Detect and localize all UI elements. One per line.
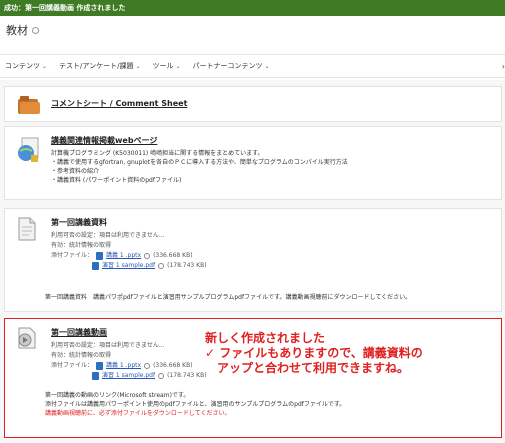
options-icon[interactable] xyxy=(158,373,165,379)
chevron-down-icon: ⌄ xyxy=(175,62,181,70)
file-size: (178.743 KB) xyxy=(167,372,207,379)
lecture-materials-title[interactable]: 第一回講義資料 xyxy=(51,217,107,228)
list-item-lecture-video: 第一回講義動画 利用可否の設定：項目は利用できません... 有効：統計情報の取得… xyxy=(4,318,502,438)
options-icon[interactable] xyxy=(144,363,151,369)
item-metadata: 利用可否の設定：項目は利用できません... 有効：統計情報の取得 添付ファイル：… xyxy=(51,341,207,381)
weblink-icon xyxy=(18,137,39,162)
webpage-description: 計算機プログラミング (K5030011) 﨑﨑担当に関する情報をまとめています… xyxy=(51,149,348,185)
description-line: ・講義資料 (パワーポイント資料のpdfファイル) xyxy=(51,177,182,184)
menu-tools-label: ツール xyxy=(152,62,174,70)
content-menu-bar: コンテンツ ⌄ テスト/アンケート/課題 ⌄ ツール ⌄ パートナーコンテンツ ⌄ › xyxy=(0,54,505,78)
menu-contents[interactable]: コンテンツ ⌄ xyxy=(5,61,47,71)
description-line: 計算機プログラミング (K5030011) 﨑﨑担当に関する情報をまとめています… xyxy=(51,150,264,157)
availability-text: 利用可否の設定：項目は利用できません... xyxy=(51,342,165,349)
menu-tests[interactable]: テスト/アンケート/課題 ⌄ xyxy=(59,61,140,71)
menu-partner-label: パートナーコンテンツ xyxy=(192,62,263,70)
menu-partner[interactable]: パートナーコンテンツ ⌄ xyxy=(193,61,270,71)
chevron-down-icon: ⌄ xyxy=(264,62,270,70)
attachment-link[interactable]: 講義 1 .pptx xyxy=(106,361,141,371)
webpage-link[interactable]: 講義関連情報掲載webページ xyxy=(51,135,157,146)
attachments-label: 添付ファイル： xyxy=(51,252,94,259)
attachment-link[interactable]: 演習 1 sample.pdf xyxy=(102,371,155,381)
lecture-video-link[interactable]: 第一回講義動画 xyxy=(51,327,107,338)
annotation-line: アップと合わせて利用できますね。 xyxy=(205,361,410,375)
options-icon[interactable] xyxy=(158,263,165,269)
annotation-line: 新しく作成されました xyxy=(205,331,326,345)
attachment-row: 添付ファイル： 講義 1 .pptx (336.668 KB) xyxy=(51,251,207,261)
comment-sheet-link[interactable]: コメントシート / Comment Sheet xyxy=(51,98,187,109)
enabled-text: 有効：統計情報の取得 xyxy=(51,242,112,249)
file-icon xyxy=(96,252,104,260)
file-icon xyxy=(92,262,99,270)
page-title: 教材 xyxy=(6,22,39,38)
description-line: ・講義で使用するgfortran, gnuplotを各自のＰＣに導入する方法や、… xyxy=(51,159,348,166)
warning-note: 講義動画視聴前に、必ず添付ファイルをダウンロードしてください。 xyxy=(45,410,231,417)
lecture-video-description: 第一回講義の動画のリンク(Microsoft stream)です。 添付ファイル… xyxy=(45,391,345,418)
availability-text: 利用可否の設定：項目は利用できません... xyxy=(51,232,165,239)
file-size: (178.743 KB) xyxy=(167,262,207,269)
chevron-down-icon: ⌄ xyxy=(135,62,141,70)
item-metadata: 利用可否の設定：項目は利用できません... 有効：統計情報の取得 添付ファイル：… xyxy=(51,231,207,271)
list-item-lecture-materials: 第一回講義資料 利用可否の設定：項目は利用できません... 有効：統計情報の取得… xyxy=(4,208,502,312)
document-icon xyxy=(18,217,36,241)
file-size: (336.668 KB) xyxy=(153,362,193,369)
file-icon xyxy=(96,362,104,370)
content-list: コメントシート / Comment Sheet 講義関連情報掲載webページ 計… xyxy=(0,80,505,443)
attachments-label: 添付ファイル： xyxy=(51,362,94,369)
description-line: 添付ファイルは講義用パワーポイント使用のpdfファイルと、演習用のサンプルプログ… xyxy=(45,401,346,408)
callout-annotation: 新しく作成されました ✓ ファイルもありますので、講義資料の アップと合わせて利… xyxy=(205,331,423,376)
folder-icon xyxy=(18,96,40,114)
info-icon[interactable] xyxy=(32,26,39,34)
enabled-text: 有効：統計情報の取得 xyxy=(51,352,112,359)
attachment-row: 演習 1 sample.pdf (178.743 KB) xyxy=(51,261,207,271)
chevron-down-icon: ⌄ xyxy=(42,62,48,70)
file-icon xyxy=(92,372,99,380)
annotation-line: ✓ ファイルもありますので、講義資料の xyxy=(205,346,423,360)
menu-tools[interactable]: ツール ⌄ xyxy=(153,61,181,71)
menu-tests-label: テスト/アンケート/課題 xyxy=(59,62,134,70)
lecture-materials-description: 第一回講義資料 講義パワポpdfファイルと演習用サンプルプログラムpdfファイル… xyxy=(45,294,412,301)
description-line: 第一回講義の動画のリンク(Microsoft stream)です。 xyxy=(45,392,190,399)
options-icon[interactable] xyxy=(144,253,151,259)
menu-contents-label: コンテンツ xyxy=(5,62,40,70)
attachment-link[interactable]: 講義 1 .pptx xyxy=(106,251,141,261)
attachment-row: 演習 1 sample.pdf (178.743 KB) xyxy=(51,371,207,381)
page-title-text: 教材 xyxy=(6,24,28,37)
file-size: (336.668 KB) xyxy=(153,252,193,259)
list-item-comment-sheet: コメントシート / Comment Sheet xyxy=(4,86,502,122)
list-item-webpage: 講義関連情報掲載webページ 計算機プログラミング (K5030011) 﨑﨑担… xyxy=(4,126,502,200)
description-line: ・参考資料の紹介 xyxy=(51,168,100,175)
success-banner: 成功：第一回講義動画 作成されました xyxy=(0,0,505,16)
video-icon xyxy=(18,327,36,349)
attachment-link[interactable]: 演習 1 sample.pdf xyxy=(102,261,155,271)
attachment-row: 添付ファイル： 講義 1 .pptx (336.668 KB) xyxy=(51,361,207,371)
